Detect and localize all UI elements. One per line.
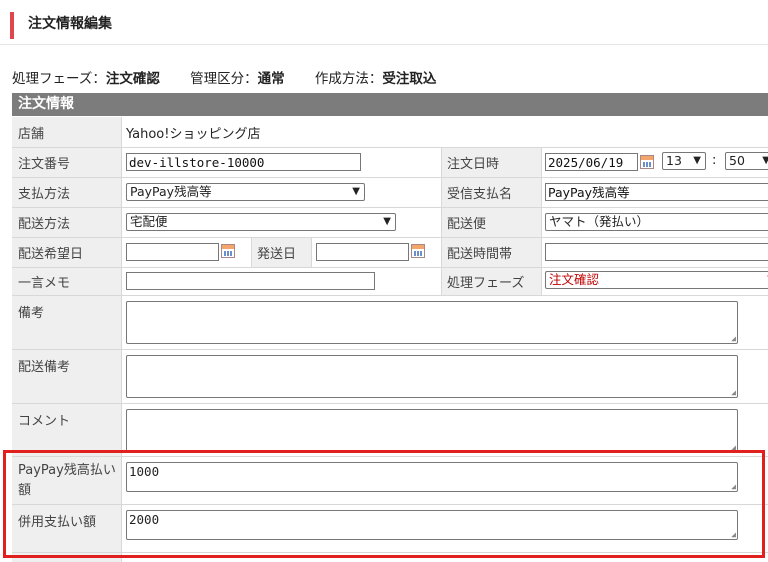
memo-input[interactable]: [126, 272, 375, 290]
payment-value: PayPay残高等: [130, 184, 212, 199]
title-divider: [0, 44, 768, 45]
delivery-remarks-label: 配送備考: [18, 360, 71, 375]
delivery-remarks-textarea[interactable]: ◢: [126, 355, 738, 398]
row-store: 店舗 Yahoo!ショッピング店: [12, 117, 768, 148]
phase-select[interactable]: 注文確認▼: [545, 271, 768, 289]
status-method-label: 作成方法：: [314, 71, 383, 87]
ship-date-input[interactable]: [316, 243, 409, 261]
chevron-down-icon: ▼: [383, 216, 391, 227]
row-order-no: 注文番号 dev-illstore-10000 注文日時 2025/06/19 …: [12, 148, 768, 178]
resize-grip-icon[interactable]: ◢: [731, 389, 736, 397]
page-title: 注文情報編集: [10, 12, 112, 39]
order-no-label: 注文番号: [18, 157, 71, 172]
resize-grip-icon[interactable]: ◢: [731, 335, 736, 343]
time-slot-label: 配送時間帯: [447, 247, 513, 262]
memo-label: 一言メモ: [18, 276, 71, 291]
store-value: Yahoo!ショッピング店: [126, 127, 261, 142]
calendar-icon[interactable]: [640, 155, 654, 169]
time-separator: :: [712, 153, 717, 168]
recv-payment-label: 受信支払名: [447, 187, 513, 202]
row-memo: 一言メモ 処理フェーズ 注文確認▼: [12, 268, 768, 296]
comment-textarea[interactable]: ◢: [126, 409, 738, 453]
shipping-method-select[interactable]: 宅配便 ▼: [126, 213, 396, 231]
row-remarks: 備考 ◢: [12, 296, 768, 350]
order-minute-value: 50: [729, 153, 745, 168]
remarks-textarea[interactable]: ◢: [126, 301, 738, 344]
ship-date-label: 発送日: [257, 247, 297, 262]
status-phase-label: 処理フェーズ：: [12, 71, 106, 87]
carrier-select[interactable]: ヤマト（発払い）: [545, 213, 768, 231]
calendar-icon[interactable]: [411, 244, 425, 258]
payment-label: 支払方法: [18, 187, 71, 202]
remarks-label: 備考: [18, 306, 45, 321]
desired-date-input[interactable]: [126, 243, 219, 261]
row-shipping: 配送方法 宅配便 ▼ 配送便 ヤマト（発払い）: [12, 208, 768, 238]
phase-label: 処理フェーズ: [447, 276, 525, 291]
order-hour-value: 13: [666, 153, 682, 168]
shipping-method-value: 宅配便: [130, 214, 168, 229]
row-payment: 支払方法 PayPay残高等 ▼ 受信支払名 PayPay残高等: [12, 178, 768, 208]
row-delivery-remarks: 配送備考 ◢: [12, 350, 768, 404]
chevron-down-icon: ▼: [352, 186, 360, 197]
status-mgmt-label: 管理区分：: [190, 71, 258, 87]
calendar-icon[interactable]: [221, 244, 235, 258]
phase-value: 注文確認: [549, 272, 600, 287]
status-method-value: 受注取込: [382, 71, 437, 87]
chevron-down-icon: ▼: [762, 153, 768, 169]
status-mgmt-value: 通常: [257, 71, 285, 87]
recv-payment-input[interactable]: PayPay残高等: [545, 183, 768, 201]
carrier-value: ヤマト（発払い）: [549, 214, 650, 229]
time-slot-input[interactable]: [545, 243, 768, 261]
payment-select[interactable]: PayPay残高等 ▼: [126, 183, 365, 201]
chevron-down-icon: ▼: [693, 155, 701, 166]
store-label: 店舗: [18, 127, 45, 142]
status-line: 処理フェーズ：注文確認 管理区分：通常 作成方法：受注取込: [12, 67, 462, 87]
shipping-method-label: 配送方法: [18, 217, 71, 232]
row-desired-date: 配送希望日 発送日 配送時間帯: [12, 238, 768, 268]
order-date-label: 注文日時: [447, 157, 500, 172]
comment-label: コメント: [18, 414, 71, 429]
status-phase-value: 注文確認: [105, 71, 160, 87]
order-hour-select[interactable]: 13 ▼: [662, 152, 706, 170]
order-minute-select[interactable]: 50 ▼: [725, 152, 768, 170]
order-date-input[interactable]: 2025/06/19: [545, 153, 638, 171]
carrier-label: 配送便: [447, 217, 487, 232]
section-header: 注文情報: [12, 93, 768, 116]
order-no-input[interactable]: dev-illstore-10000: [126, 153, 361, 171]
highlight-box: [3, 450, 765, 558]
desired-date-label: 配送希望日: [18, 247, 84, 262]
